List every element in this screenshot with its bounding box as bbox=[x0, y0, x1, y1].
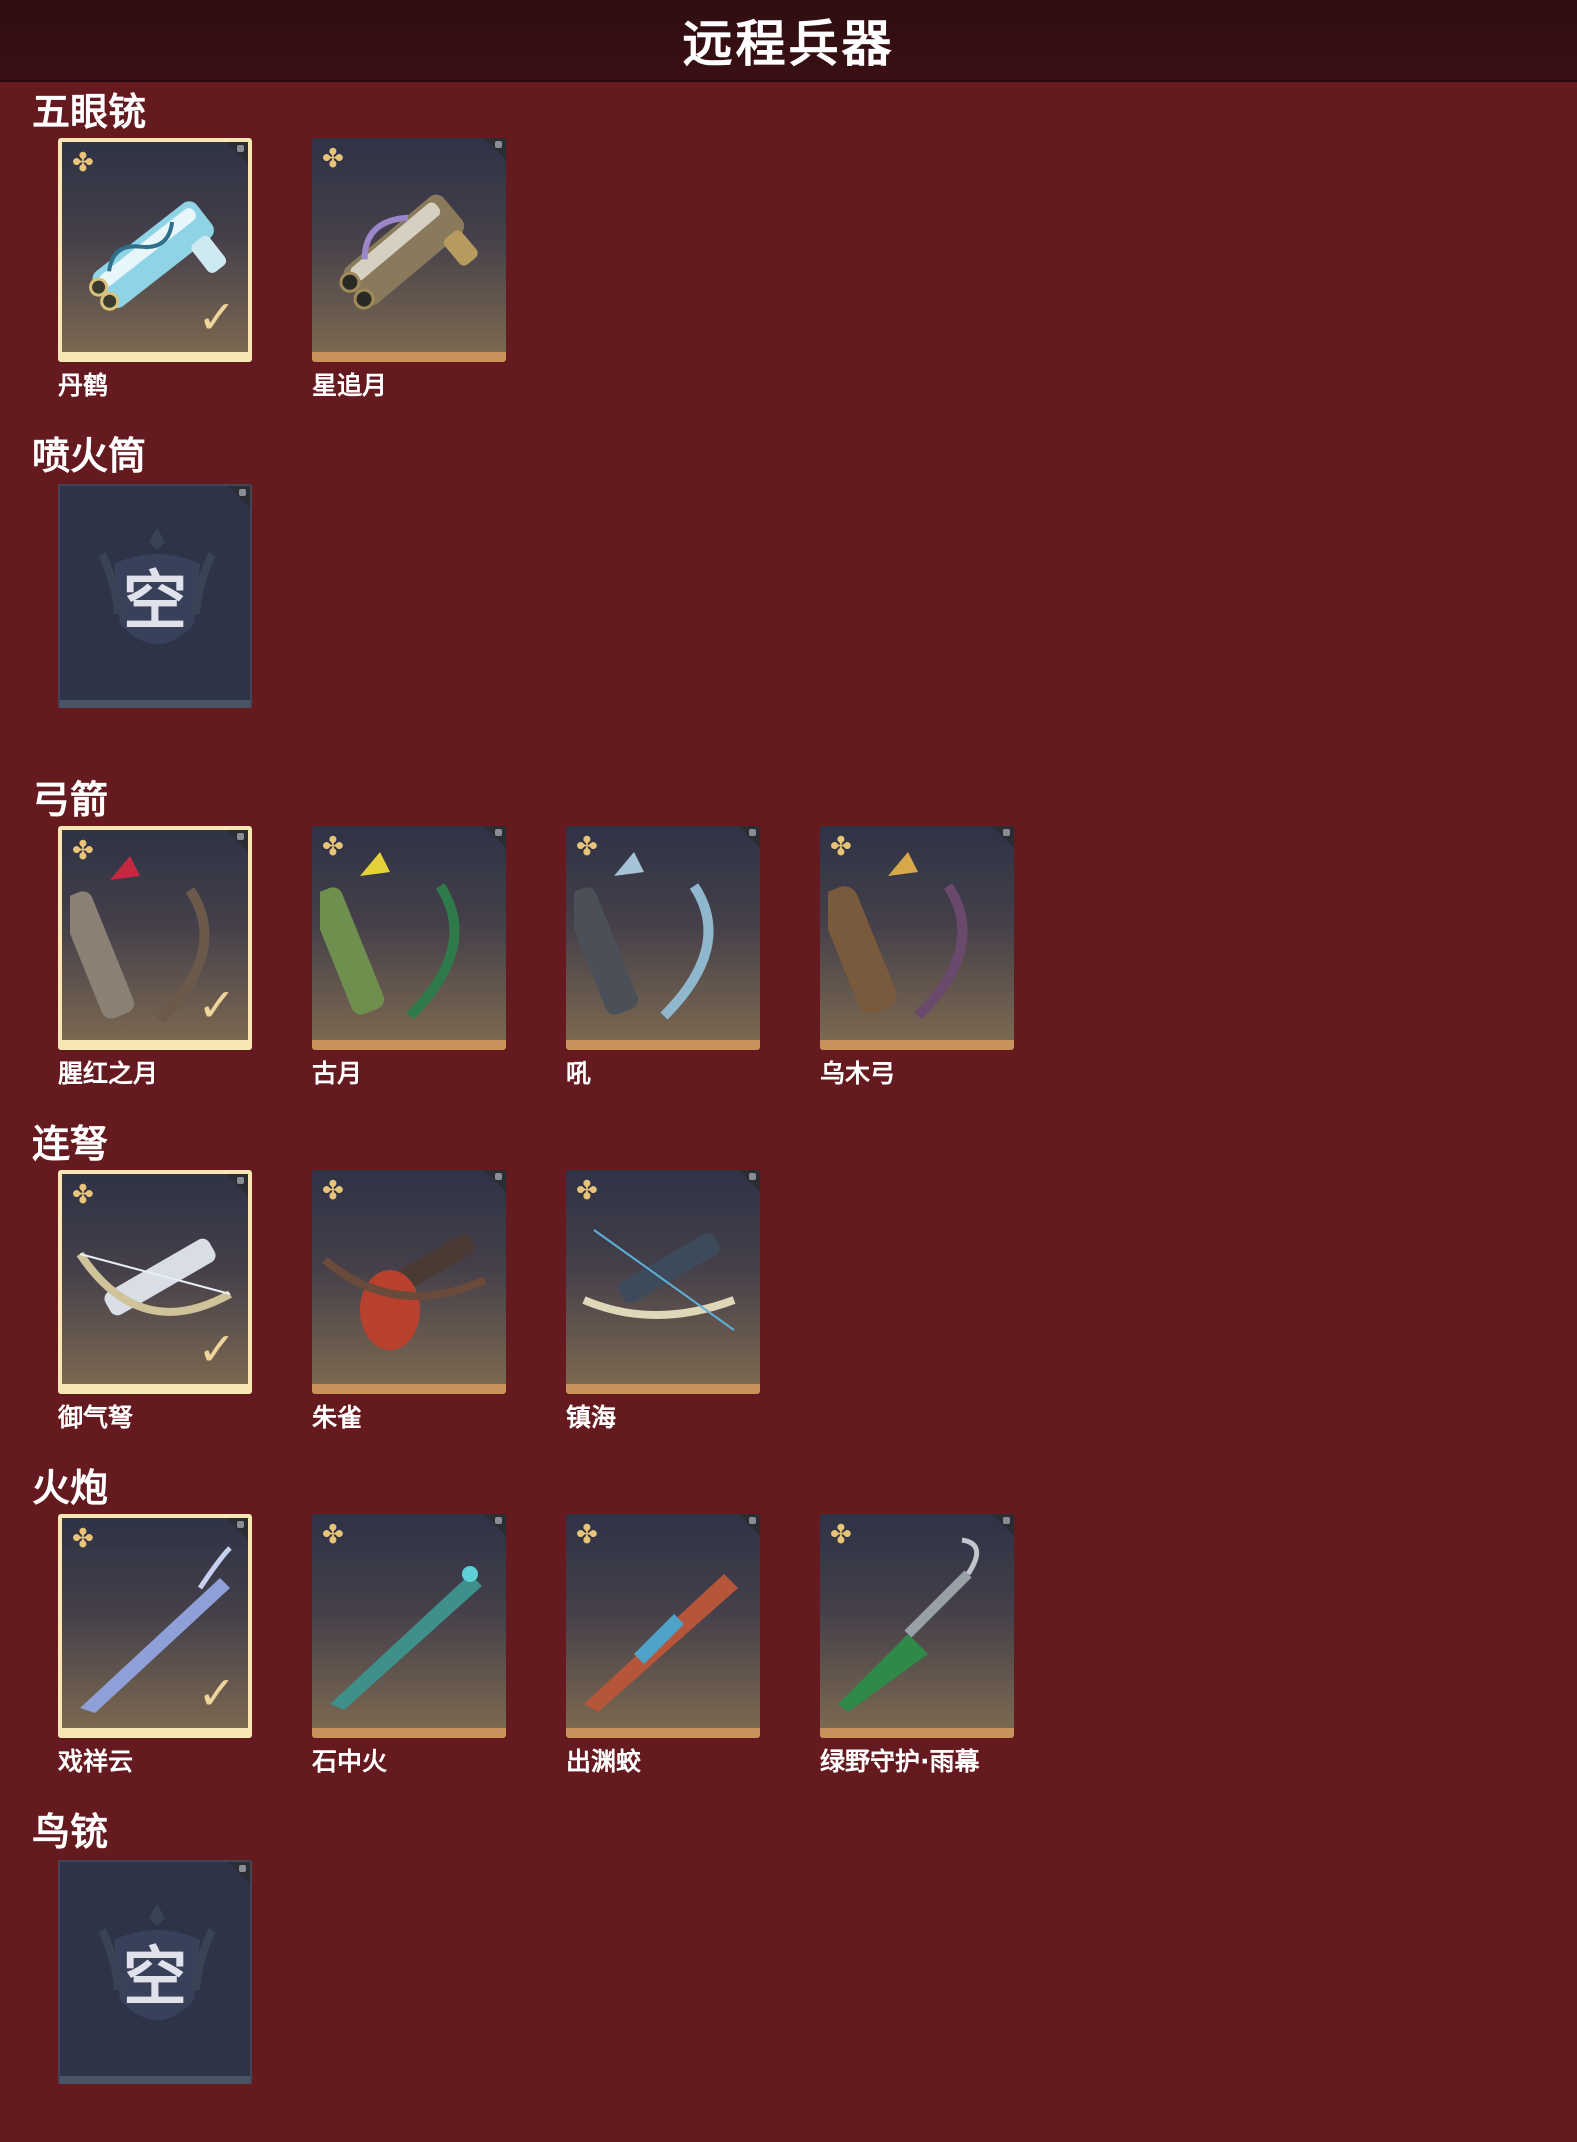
weapon-card[interactable]: ✤ bbox=[820, 1514, 1014, 1738]
weapon-slot-hou[interactable]: ✤ 吼 bbox=[566, 826, 760, 1090]
weapon-name: 绿野守护·雨幕 bbox=[820, 1747, 980, 1776]
weapon-card[interactable]: ✤ ✓ bbox=[58, 1170, 252, 1394]
bow-icon bbox=[574, 852, 714, 1020]
weapon-card[interactable]: ✤ bbox=[312, 138, 506, 362]
section-title: 弓箭 bbox=[32, 778, 109, 822]
weapon-card[interactable]: ✤ ✓ bbox=[58, 138, 252, 362]
weapon-name: 出渊蛟 bbox=[566, 1747, 642, 1776]
weapon-name: 腥红之月 bbox=[58, 1059, 159, 1088]
section-title: 五眼铳 bbox=[32, 90, 147, 134]
weapon-slot-xinghongzhiyue[interactable]: ✤ ✓ 腥红之月 bbox=[58, 826, 252, 1090]
weapon-name: 吼 bbox=[566, 1059, 592, 1088]
weapon-name: 古月 bbox=[312, 1059, 363, 1088]
page-header: 远程兵器 bbox=[0, 0, 1577, 82]
weapon-slot-zhenhai[interactable]: ✤ 镇海 bbox=[566, 1170, 760, 1434]
weapon-name: 星追月 bbox=[312, 371, 388, 400]
section-title: 喷火筒 bbox=[32, 434, 147, 478]
weapon-card[interactable]: ✤ bbox=[312, 1514, 506, 1738]
weapon-card[interactable]: ✤ bbox=[312, 826, 506, 1050]
weapon-slot-empty[interactable]: 空 bbox=[58, 484, 252, 708]
weapon-name: 丹鹤 bbox=[58, 371, 109, 400]
weapon-slot-yuqinu[interactable]: ✤ ✓ 御气弩 bbox=[58, 1170, 252, 1434]
crossbow-icon bbox=[322, 1234, 487, 1350]
weapon-slot-lvyeshouhu-yumu[interactable]: ✤ 绿野守护·雨幕 bbox=[820, 1514, 1014, 1778]
weapon-card[interactable]: ✤ ✓ bbox=[58, 1514, 252, 1738]
crossbow-icon bbox=[582, 1229, 736, 1331]
equipped-check-icon: ✓ bbox=[197, 1666, 236, 1720]
empty-slot-text: 空 bbox=[123, 565, 187, 639]
equipped-check-icon: ✓ bbox=[197, 290, 236, 344]
cannon-icon bbox=[330, 1566, 482, 1710]
equipped-check-icon: ✓ bbox=[197, 978, 236, 1032]
page-title: 远程兵器 bbox=[682, 15, 895, 73]
weapon-card[interactable]: ✤ ✓ bbox=[58, 826, 252, 1050]
weapon-slot-danhe[interactable]: ✤ ✓ 丹鹤 bbox=[58, 138, 252, 402]
weapon-card[interactable]: ✤ bbox=[820, 826, 1014, 1050]
weapon-card[interactable]: ✤ bbox=[566, 1170, 760, 1394]
gun-icon bbox=[339, 194, 478, 310]
bow-icon bbox=[828, 852, 968, 1020]
empty-weapon-card[interactable]: 空 bbox=[58, 484, 252, 708]
empty-slot-text: 空 bbox=[123, 1941, 187, 2015]
weapon-slot-shizhonghuo[interactable]: ✤ 石中火 bbox=[312, 1514, 506, 1778]
section-title: 鸟铳 bbox=[32, 1810, 109, 1854]
empty-weapon-card[interactable]: 空 bbox=[58, 1860, 252, 2084]
bow-icon bbox=[320, 852, 460, 1020]
weapon-card[interactable]: ✤ bbox=[566, 826, 760, 1050]
weapon-slot-guyue[interactable]: ✤ 古月 bbox=[312, 826, 506, 1090]
cannon-icon bbox=[838, 1537, 980, 1712]
section-title: 连弩 bbox=[32, 1122, 109, 1166]
section-title: 火炮 bbox=[32, 1466, 109, 1510]
weapon-slot-zhuque[interactable]: ✤ 朱雀 bbox=[312, 1170, 506, 1434]
weapon-name: 镇海 bbox=[566, 1403, 617, 1432]
weapon-card[interactable]: ✤ bbox=[312, 1170, 506, 1394]
weapon-name: 御气弩 bbox=[58, 1403, 134, 1432]
weapon-card[interactable]: ✤ bbox=[566, 1514, 760, 1738]
weapon-name: 乌木弓 bbox=[820, 1059, 896, 1088]
weapon-slot-chuyuanjiao[interactable]: ✤ 出渊蛟 bbox=[566, 1514, 760, 1778]
weapon-name: 戏祥云 bbox=[58, 1747, 134, 1776]
weapon-slot-xingzhuiyue[interactable]: ✤ 星追月 bbox=[312, 138, 506, 402]
weapon-slot-wumugong[interactable]: ✤ 乌木弓 bbox=[820, 826, 1014, 1090]
weapon-slot-empty[interactable]: 空 bbox=[58, 1860, 252, 2084]
weapon-name: 朱雀 bbox=[312, 1403, 363, 1432]
cannon-icon bbox=[584, 1574, 738, 1712]
equipped-check-icon: ✓ bbox=[197, 1322, 236, 1376]
weapon-slot-xixiangyun[interactable]: ✤ ✓ 戏祥云 bbox=[58, 1514, 252, 1778]
weapon-name: 石中火 bbox=[312, 1747, 388, 1776]
